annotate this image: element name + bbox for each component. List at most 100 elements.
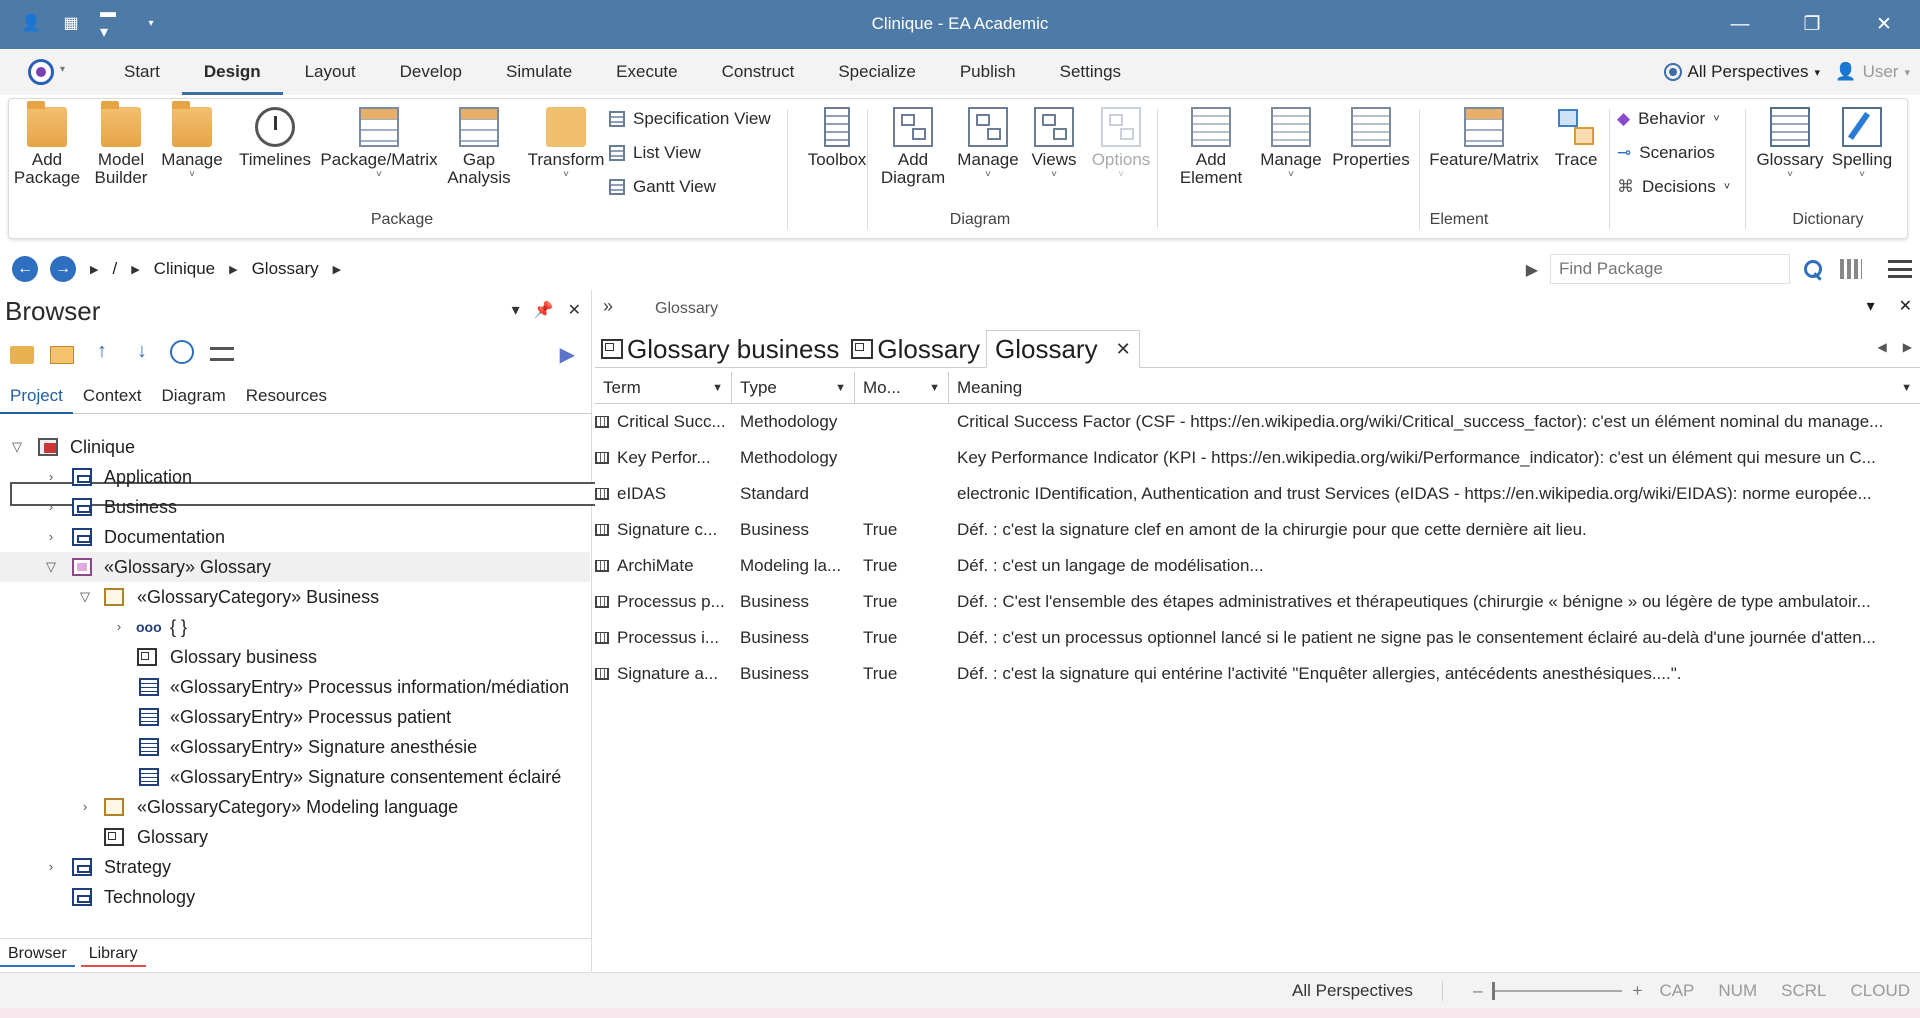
grid-view-icon[interactable]	[1840, 259, 1862, 279]
views-button[interactable]: Views ˅	[1023, 107, 1085, 181]
table-row[interactable]: Key Perfor... Methodology Key Performance …	[595, 440, 1920, 476]
move-up-icon[interactable]: ↑	[90, 340, 114, 364]
toolbox-button[interactable]: Toolbox	[797, 107, 877, 169]
panel-menu-icon[interactable]: ▾	[512, 300, 520, 320]
tree-item[interactable]: Technology	[0, 882, 590, 912]
zoom-in-button[interactable]: +	[1632, 981, 1642, 1001]
view-menu-icon[interactable]: ▾	[1867, 296, 1875, 316]
minimize-button[interactable]: —	[1704, 0, 1776, 49]
table-row[interactable]: Critical Succ... Methodology Critical Succ…	[595, 404, 1920, 440]
tree-item[interactable]: «GlossaryEntry» Signature anesthésie	[0, 732, 590, 762]
expand-icon[interactable]: ›	[44, 462, 58, 492]
forward-button[interactable]: →	[50, 256, 76, 282]
tab-execute[interactable]: Execute	[594, 49, 699, 95]
tree-item[interactable]: › Strategy	[0, 852, 590, 882]
package-matrix-button[interactable]: Package/Matrix ˅	[317, 107, 441, 181]
tab-develop[interactable]: Develop	[378, 49, 484, 95]
trace-button[interactable]: Trace	[1545, 107, 1607, 169]
model-builder-button[interactable]: Model Builder	[89, 101, 153, 187]
tree-item[interactable]: › Business	[0, 492, 590, 522]
find-package-input[interactable]	[1550, 254, 1790, 284]
gantt-view-button[interactable]: Gantt View	[609, 177, 716, 197]
doc-tab-glossary[interactable]: Glossary ✕	[986, 330, 1140, 368]
manage-diagram-button[interactable]: Manage ˅	[953, 107, 1023, 181]
properties-hand-icon[interactable]	[170, 340, 194, 364]
tree-item[interactable]: «GlossaryEntry» Signature consentement é…	[0, 762, 590, 792]
tree-item[interactable]: ▽ «Glossary» Glossary	[0, 552, 590, 582]
tab-browser[interactable]: Browser	[0, 941, 75, 967]
table-row[interactable]: ArchiMate Modeling la... True Déf. : c'est …	[595, 548, 1920, 584]
list-view-button[interactable]: List View	[609, 143, 701, 163]
search-icon[interactable]	[1802, 258, 1824, 280]
scenarios-button[interactable]: ⊸ Scenarios	[1617, 143, 1715, 163]
doc-tab-glossary-business[interactable]: Glossary business	[595, 330, 845, 368]
breadcrumb-arrow-icon[interactable]: ▶	[229, 263, 237, 276]
app-logo-icon[interactable]	[28, 59, 54, 85]
tree-item[interactable]: «GlossaryEntry» Processus patient	[0, 702, 590, 732]
tab-publish[interactable]: Publish	[938, 49, 1038, 95]
tab-layout[interactable]: Layout	[283, 49, 378, 95]
tab-context[interactable]: Context	[73, 378, 152, 414]
tree-item[interactable]: ▽ Clinique	[0, 432, 590, 462]
close-view-icon[interactable]: ✕	[1899, 296, 1912, 316]
tab-diagram[interactable]: Diagram	[152, 378, 236, 414]
expand-icon[interactable]: ›	[112, 612, 126, 642]
breadcrumb-arrow-icon[interactable]: ▶	[90, 263, 98, 276]
folder-icon[interactable]	[50, 346, 74, 364]
tree-item[interactable]: › «GlossaryCategory» Modeling language	[0, 792, 590, 822]
doc-tab-glossary-diagram[interactable]: Glossary	[845, 330, 986, 368]
tab-specialize[interactable]: Specialize	[816, 49, 938, 95]
play-icon[interactable]: ▶	[560, 342, 575, 367]
restore-button[interactable]: ❐	[1776, 0, 1848, 49]
timelines-button[interactable]: Timelines	[235, 107, 315, 169]
breadcrumb-clinique[interactable]: Clinique	[154, 259, 215, 279]
transform-button[interactable]: Transform ˅	[521, 107, 611, 181]
collapse-icon[interactable]: ▽	[10, 432, 24, 462]
scroll-tabs-left-icon[interactable]: ◀	[1878, 340, 1887, 354]
expand-icon[interactable]: ›	[44, 522, 58, 552]
gap-analysis-button[interactable]: Gap Analysis	[445, 107, 513, 187]
add-diagram-button[interactable]: Add Diagram	[873, 107, 953, 187]
collapse-icon[interactable]: ▽	[44, 552, 58, 582]
expand-icon[interactable]: ›	[78, 792, 92, 822]
close-button[interactable]: ✕	[1848, 0, 1920, 49]
add-package-button[interactable]: Add Package	[13, 101, 81, 187]
specification-view-button[interactable]: Specification View	[609, 109, 771, 129]
breadcrumb-arrow-icon[interactable]: ▶	[333, 263, 341, 276]
list-menu-icon[interactable]	[210, 347, 234, 361]
close-panel-icon[interactable]: ✕	[568, 300, 581, 320]
tree-item[interactable]: › Documentation	[0, 522, 590, 552]
scroll-tabs-right-icon[interactable]: ▶	[1903, 340, 1912, 354]
behavior-button[interactable]: ◆ Behavior ˅	[1617, 109, 1720, 129]
play-icon[interactable]: ▶	[1526, 260, 1538, 280]
column-meaning[interactable]: Meaning ▼	[949, 372, 1920, 404]
tab-construct[interactable]: Construct	[700, 49, 817, 95]
breadcrumb-root[interactable]: /	[112, 259, 117, 279]
tree-item[interactable]: Glossary	[0, 822, 590, 852]
hamburger-menu-icon[interactable]	[1888, 260, 1912, 278]
table-row[interactable]: Processus i... Business True Déf. : c'est u…	[595, 620, 1920, 656]
feature-matrix-button[interactable]: Feature/Matrix	[1423, 107, 1545, 169]
options-button[interactable]: Options ˅	[1085, 107, 1157, 181]
column-mo[interactable]: Mo... ▼	[855, 372, 949, 404]
manage-element-button[interactable]: Manage ˅	[1255, 107, 1327, 181]
tab-project[interactable]: Project	[0, 378, 73, 414]
table-row[interactable]: Signature c... Business True Déf. : c'est l…	[595, 512, 1920, 548]
add-element-button[interactable]: Add Element	[1167, 107, 1255, 187]
filter-dropdown-icon[interactable]: ▼	[835, 372, 846, 404]
chevron-down-icon[interactable]: ▾	[60, 64, 65, 75]
properties-button[interactable]: Properties	[1327, 107, 1415, 169]
user-menu[interactable]: 👤 User ▾	[1835, 62, 1910, 82]
tab-settings[interactable]: Settings	[1038, 49, 1143, 95]
zoom-out-button[interactable]: –	[1473, 981, 1482, 1001]
expand-icon[interactable]: ›	[44, 852, 58, 882]
column-term[interactable]: Term ▼	[595, 372, 732, 404]
breadcrumb-arrow-icon[interactable]: ▶	[131, 263, 139, 276]
glossary-ribbon-button[interactable]: Glossary ˅	[1753, 107, 1827, 181]
tab-start[interactable]: Start	[102, 49, 182, 95]
manage-package-button[interactable]: Manage ˅	[157, 101, 227, 181]
spelling-button[interactable]: Spelling ˅	[1827, 107, 1897, 181]
tree-item[interactable]: › ooo { }	[0, 612, 590, 642]
table-row[interactable]: Processus p... Business True Déf. : C'est l…	[595, 584, 1920, 620]
tab-simulate[interactable]: Simulate	[484, 49, 594, 95]
